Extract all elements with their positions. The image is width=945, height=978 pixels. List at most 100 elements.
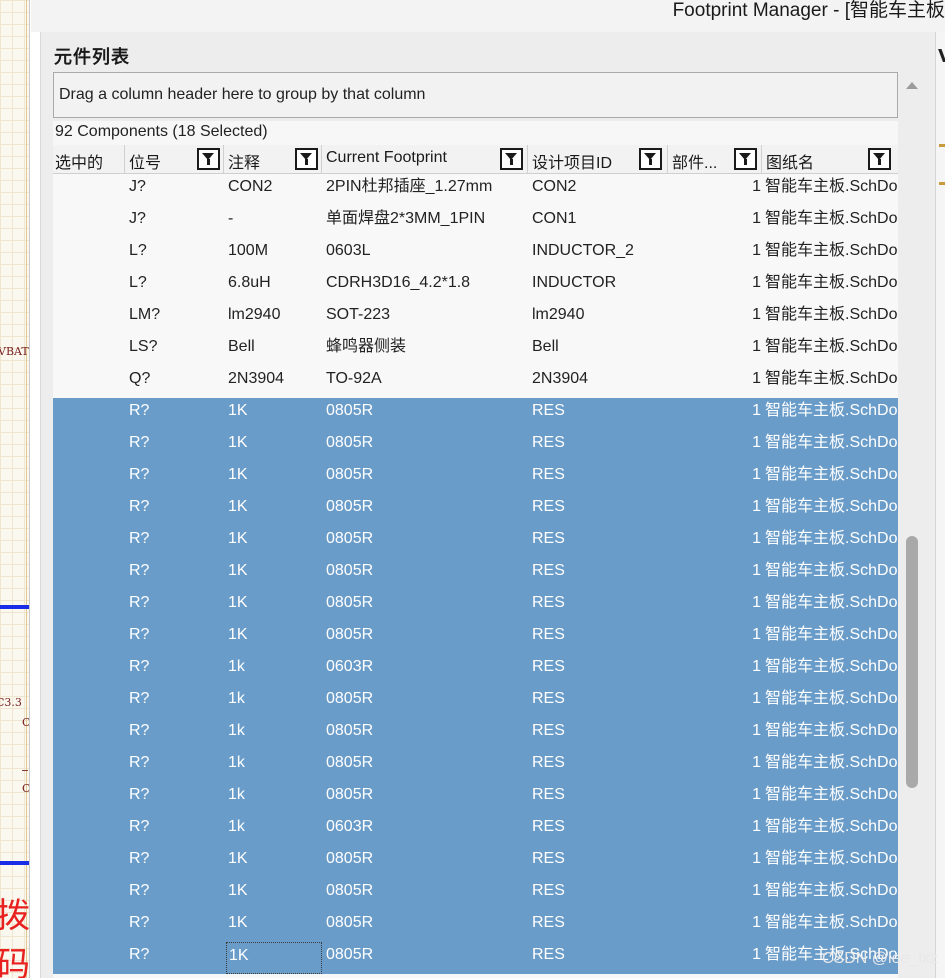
scroll-up-arrow-icon[interactable]: [906, 82, 918, 89]
schematic-canvas[interactable]: VBAT C3.3 C C 拨码: [0, 0, 30, 978]
filter-icon[interactable]: [500, 148, 523, 170]
cell-footprint: TO-92A: [326, 370, 382, 387]
column-header-design-id[interactable]: 设计项目ID: [528, 145, 668, 174]
column-header-selected[interactable]: 选中的: [53, 145, 125, 174]
table-row[interactable]: R? 1K 0805R RES 1 智能车主板.SchDoc: [53, 942, 898, 974]
cell-part: 1: [752, 594, 761, 611]
cell-sheet: 智能车主板.SchDoc: [765, 242, 898, 259]
cell-design-id: RES: [532, 594, 565, 611]
cell-designator: R?: [129, 690, 150, 707]
cell-sheet: 智能车主板.SchDoc: [765, 914, 898, 931]
cell-part: 1: [752, 882, 761, 899]
cell-part: 1: [752, 946, 761, 963]
column-header-label: 部件...: [672, 155, 718, 172]
vertical-scrollbar[interactable]: [900, 72, 925, 978]
table-row[interactable]: R? 1K 0805R RES 1 智能车主板.SchDoc: [53, 590, 898, 622]
cell-design-id: INDUCTOR_2: [532, 242, 634, 259]
schematic-wire: [0, 605, 29, 609]
table-row[interactable]: L? 6.8uH CDRH3D16_4.2*1.8 INDUCTOR 1 智能车主板.Sc…: [53, 270, 898, 302]
cell-comment: -: [228, 210, 234, 227]
filter-icon[interactable]: [197, 148, 220, 170]
table-row[interactable]: R? 1K 0805R RES 1 智能车主板.SchDoc: [53, 430, 898, 462]
window-titlebar[interactable]: Footprint Manager - [智能车主板: [31, 0, 945, 32]
cell-sheet: 智能车主板.SchDoc: [765, 818, 898, 835]
filter-icon[interactable]: [295, 148, 318, 170]
column-header-sheet[interactable]: 图纸名: [762, 145, 898, 174]
cell-sheet: 智能车主板.SchDoc: [765, 594, 898, 611]
scrollbar-thumb[interactable]: [906, 536, 918, 788]
cell-footprint: 0603L: [326, 242, 371, 259]
cell-designator: R?: [129, 850, 150, 867]
cell-designator: R?: [129, 530, 150, 547]
table-row[interactable]: R? 1K 0805R RES 1 智能车主板.SchDoc: [53, 398, 898, 430]
cell-designator: J?: [129, 178, 146, 195]
table-row[interactable]: R? 1k 0805R RES 1 智能车主板.SchDoc: [53, 686, 898, 718]
table-row[interactable]: L? 100M 0603L INDUCTOR_2 1 智能车主板.SchDoc: [53, 238, 898, 270]
cell-footprint: 0805R: [326, 466, 374, 483]
table-row[interactable]: R? 1k 0805R RES 1 智能车主板.SchDoc: [53, 718, 898, 750]
column-header-label: 位号: [129, 155, 162, 172]
cell-design-id: RES: [532, 530, 565, 547]
table-row[interactable]: Q? 2N3904 TO-92A 2N3904 1 智能车主板.SchDoc: [53, 366, 898, 398]
cell-comment: 1k: [228, 722, 245, 739]
cell-design-id: RES: [532, 402, 565, 419]
cell-footprint: 0805R: [326, 850, 374, 867]
table-row[interactable]: R? 1K 0805R RES 1 智能车主板.SchDoc: [53, 910, 898, 942]
cell-sheet: 智能车主板.SchDoc: [765, 658, 898, 675]
column-header-designator[interactable]: 位号: [125, 145, 224, 174]
net-label-vbat: VBAT: [0, 345, 29, 358]
table-row[interactable]: R? 1k 0805R RES 1 智能车主板.SchDoc: [53, 782, 898, 814]
cell-design-id: RES: [532, 914, 565, 931]
right-pane-marker: [939, 144, 945, 147]
column-header-label: 设计项目ID: [532, 155, 613, 172]
cell-designator: R?: [129, 722, 150, 739]
table-row[interactable]: R? 1k 0603R RES 1 智能车主板.SchDoc: [53, 654, 898, 686]
filter-icon[interactable]: [734, 148, 757, 170]
table-row[interactable]: R? 1K 0805R RES 1 智能车主板.SchDoc: [53, 878, 898, 910]
table-row[interactable]: LM? lm2940 SOT-223 lm2940 1 智能车主板.SchDoc: [53, 302, 898, 334]
cell-sheet: 智能车主板.SchDoc: [765, 498, 898, 515]
cell-sheet: 智能车主板.SchDoc: [765, 402, 898, 419]
filter-icon[interactable]: [639, 148, 662, 170]
table-row[interactable]: J? - 单面焊盘2*3MM_1PIN CON1 1 智能车主板.SchDoc: [53, 206, 898, 238]
table-row[interactable]: R? 1K 0805R RES 1 智能车主板.SchDoc: [53, 494, 898, 526]
cell-comment: 1K: [228, 914, 248, 931]
cell-footprint: 0805R: [326, 722, 374, 739]
cell-designator: R?: [129, 562, 150, 579]
table-row[interactable]: R? 1K 0805R RES 1 智能车主板.SchDoc: [53, 558, 898, 590]
cell-sheet: 智能车主板.SchDoc: [765, 786, 898, 803]
cell-sheet: 智能车主板.SchDoc: [765, 722, 898, 739]
cell-part: 1: [752, 402, 761, 419]
group-by-area[interactable]: Drag a column header here to group by th…: [53, 72, 898, 118]
table-row[interactable]: LS? Bell 蜂鸣器侧装 Bell 1 智能车主板.SchDoc: [53, 334, 898, 366]
column-header-footprint[interactable]: Current Footprint: [322, 145, 528, 174]
cell-part: 1: [752, 850, 761, 867]
cell-comment: 1K: [228, 530, 248, 547]
filter-icon[interactable]: [868, 148, 891, 170]
right-pane-edge[interactable]: V: [935, 32, 945, 978]
table-row[interactable]: R? 1K 0805R RES 1 智能车主板.SchDoc: [53, 622, 898, 654]
net-label-c3v3: C3.3: [0, 696, 22, 709]
column-header-part[interactable]: 部件...: [668, 145, 762, 174]
cell-comment: 6.8uH: [228, 274, 271, 291]
cell-design-id: RES: [532, 466, 565, 483]
component-count: 92 Components (18 Selected): [55, 123, 268, 140]
schematic-grid: [0, 0, 29, 978]
table-row[interactable]: R? 1k 0603R RES 1 智能车主板.SchDoc: [53, 814, 898, 846]
cell-footprint: 0805R: [326, 882, 374, 899]
components-grid[interactable]: 选中的 位号 注释 Current Footprint 设计项目ID 部件...…: [53, 145, 898, 978]
cell-design-id: RES: [532, 498, 565, 515]
cell-sheet: 智能车主板.SchDoc: [765, 466, 898, 483]
cell-sheet: 智能车主板.SchDoc: [765, 882, 898, 899]
table-row[interactable]: R? 1K 0805R RES 1 智能车主板.SchDoc: [53, 526, 898, 558]
table-row[interactable]: J? CON2 2PIN杜邦插座_1.27mm CON2 1 智能车主板.SchDoc: [53, 174, 898, 206]
cell-comment: 1K: [228, 402, 248, 419]
column-header-comment[interactable]: 注释: [224, 145, 322, 174]
cell-design-id: RES: [532, 658, 565, 675]
table-row[interactable]: R? 1K 0805R RES 1 智能车主板.SchDoc: [53, 462, 898, 494]
table-row[interactable]: R? 1K 0805R RES 1 智能车主板.SchDoc: [53, 846, 898, 878]
cell-design-id: RES: [532, 626, 565, 643]
cell-comment: 100M: [228, 242, 269, 259]
table-row[interactable]: R? 1k 0805R RES 1 智能车主板.SchDoc: [53, 750, 898, 782]
cell-designator: R?: [129, 626, 150, 643]
